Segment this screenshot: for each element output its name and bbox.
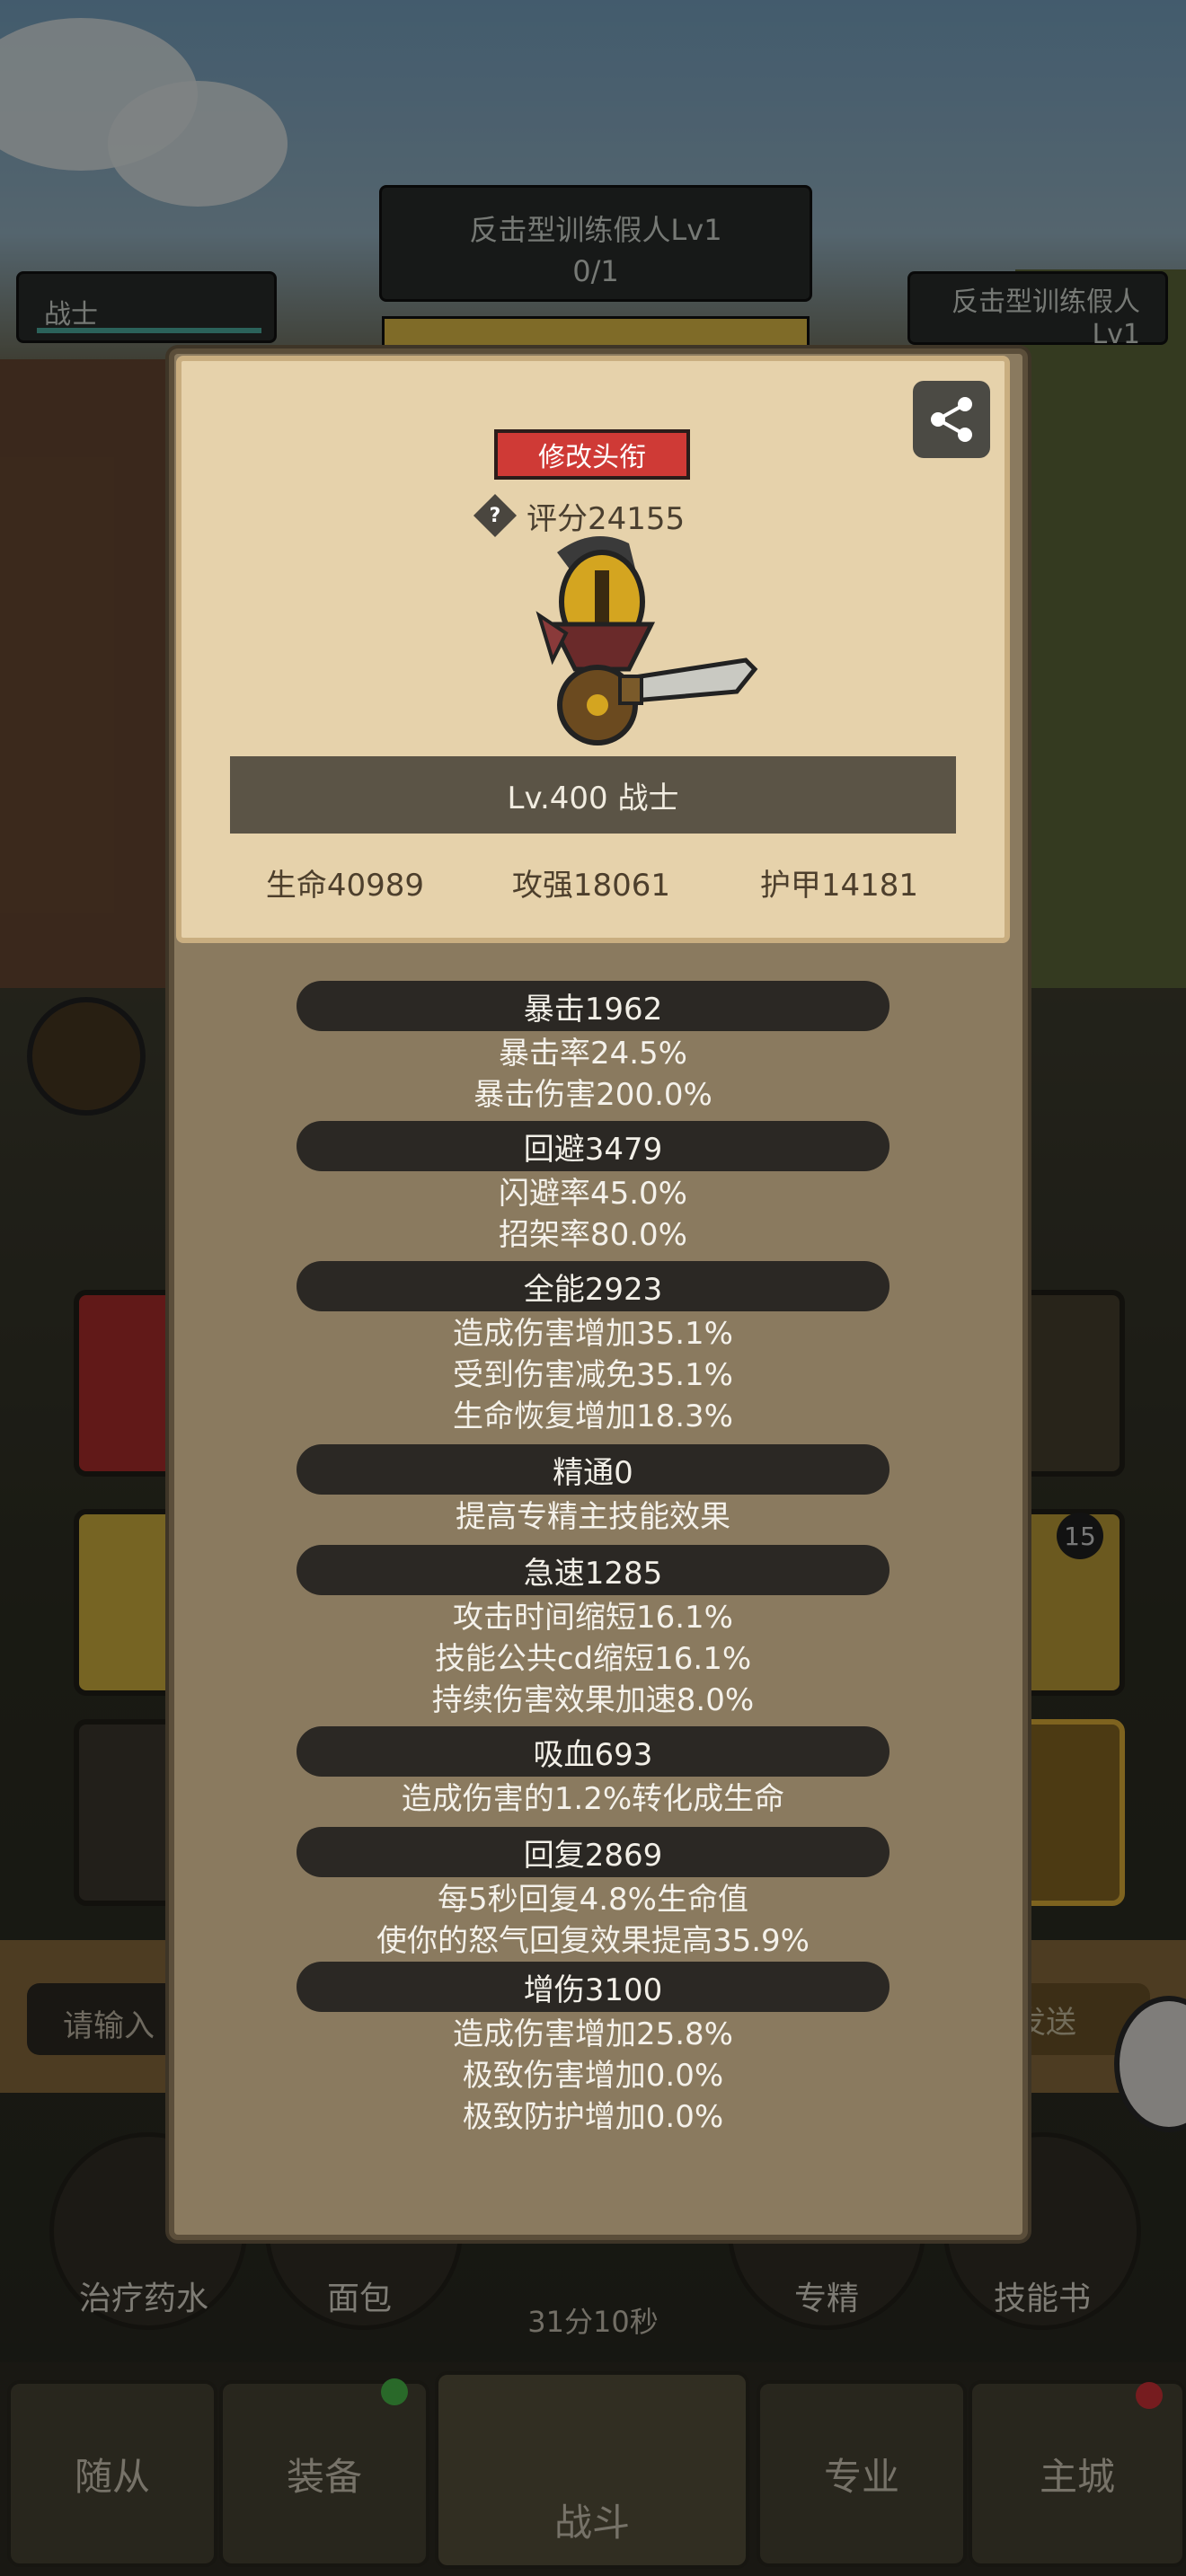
warrior-avatar bbox=[535, 536, 758, 745]
stat-detail: 造成伤害的1.2%转化成生命 bbox=[401, 1781, 785, 1817]
armor-stat: 护甲14181 bbox=[759, 868, 919, 904]
versatility-header: 全能2923 bbox=[296, 1261, 890, 1311]
edit-title-button[interactable]: 修改头衔 bbox=[494, 429, 690, 480]
level-class-bar: Lv.400 战士 bbox=[230, 756, 956, 834]
stat-detail: 暴击率24.5% bbox=[498, 1036, 687, 1072]
share-button[interactable] bbox=[913, 381, 990, 458]
stat-detail: 每5秒回复4.8%生命值 bbox=[437, 1882, 748, 1918]
stat-detail: 造成伤害增加25.8% bbox=[452, 2016, 733, 2052]
share-icon bbox=[931, 397, 972, 442]
stat-detail: 暴击伤害200.0% bbox=[474, 1077, 712, 1113]
lifesteal-header: 吸血693 bbox=[296, 1726, 890, 1777]
haste-header: 急速1285 bbox=[296, 1545, 890, 1595]
attack-stat: 攻强18061 bbox=[511, 868, 671, 904]
stat-detail: 提高专精主技能效果 bbox=[456, 1499, 730, 1535]
mastery-header: 精通0 bbox=[296, 1444, 890, 1495]
evasion-header: 回避3479 bbox=[296, 1121, 890, 1171]
stat-detail: 受到伤害减免35.1% bbox=[452, 1357, 733, 1393]
regen-header: 回复2869 bbox=[296, 1827, 890, 1877]
stat-detail: 闪避率45.0% bbox=[498, 1176, 687, 1212]
stat-detail: 技能公共cd缩短16.1% bbox=[434, 1641, 752, 1677]
stat-detail: 招架率80.0% bbox=[498, 1217, 687, 1253]
stat-detail: 攻击时间缩短16.1% bbox=[452, 1600, 733, 1636]
stat-detail: 造成伤害增加35.1% bbox=[452, 1316, 733, 1352]
crit-header: 暴击1962 bbox=[296, 981, 890, 1031]
stat-detail: 使你的怒气回复效果提高35.9% bbox=[376, 1923, 810, 1959]
stat-detail: 持续伤害效果加速8.0% bbox=[431, 1682, 755, 1718]
stat-detail: 极致防护增加0.0% bbox=[462, 2099, 724, 2135]
damage-boost-header: 增伤3100 bbox=[296, 1962, 890, 2012]
hp-stat: 生命40989 bbox=[265, 868, 425, 904]
stat-detail: 生命恢复增加18.3% bbox=[452, 1398, 733, 1434]
stat-detail: 极致伤害增加0.0% bbox=[462, 2058, 724, 2094]
